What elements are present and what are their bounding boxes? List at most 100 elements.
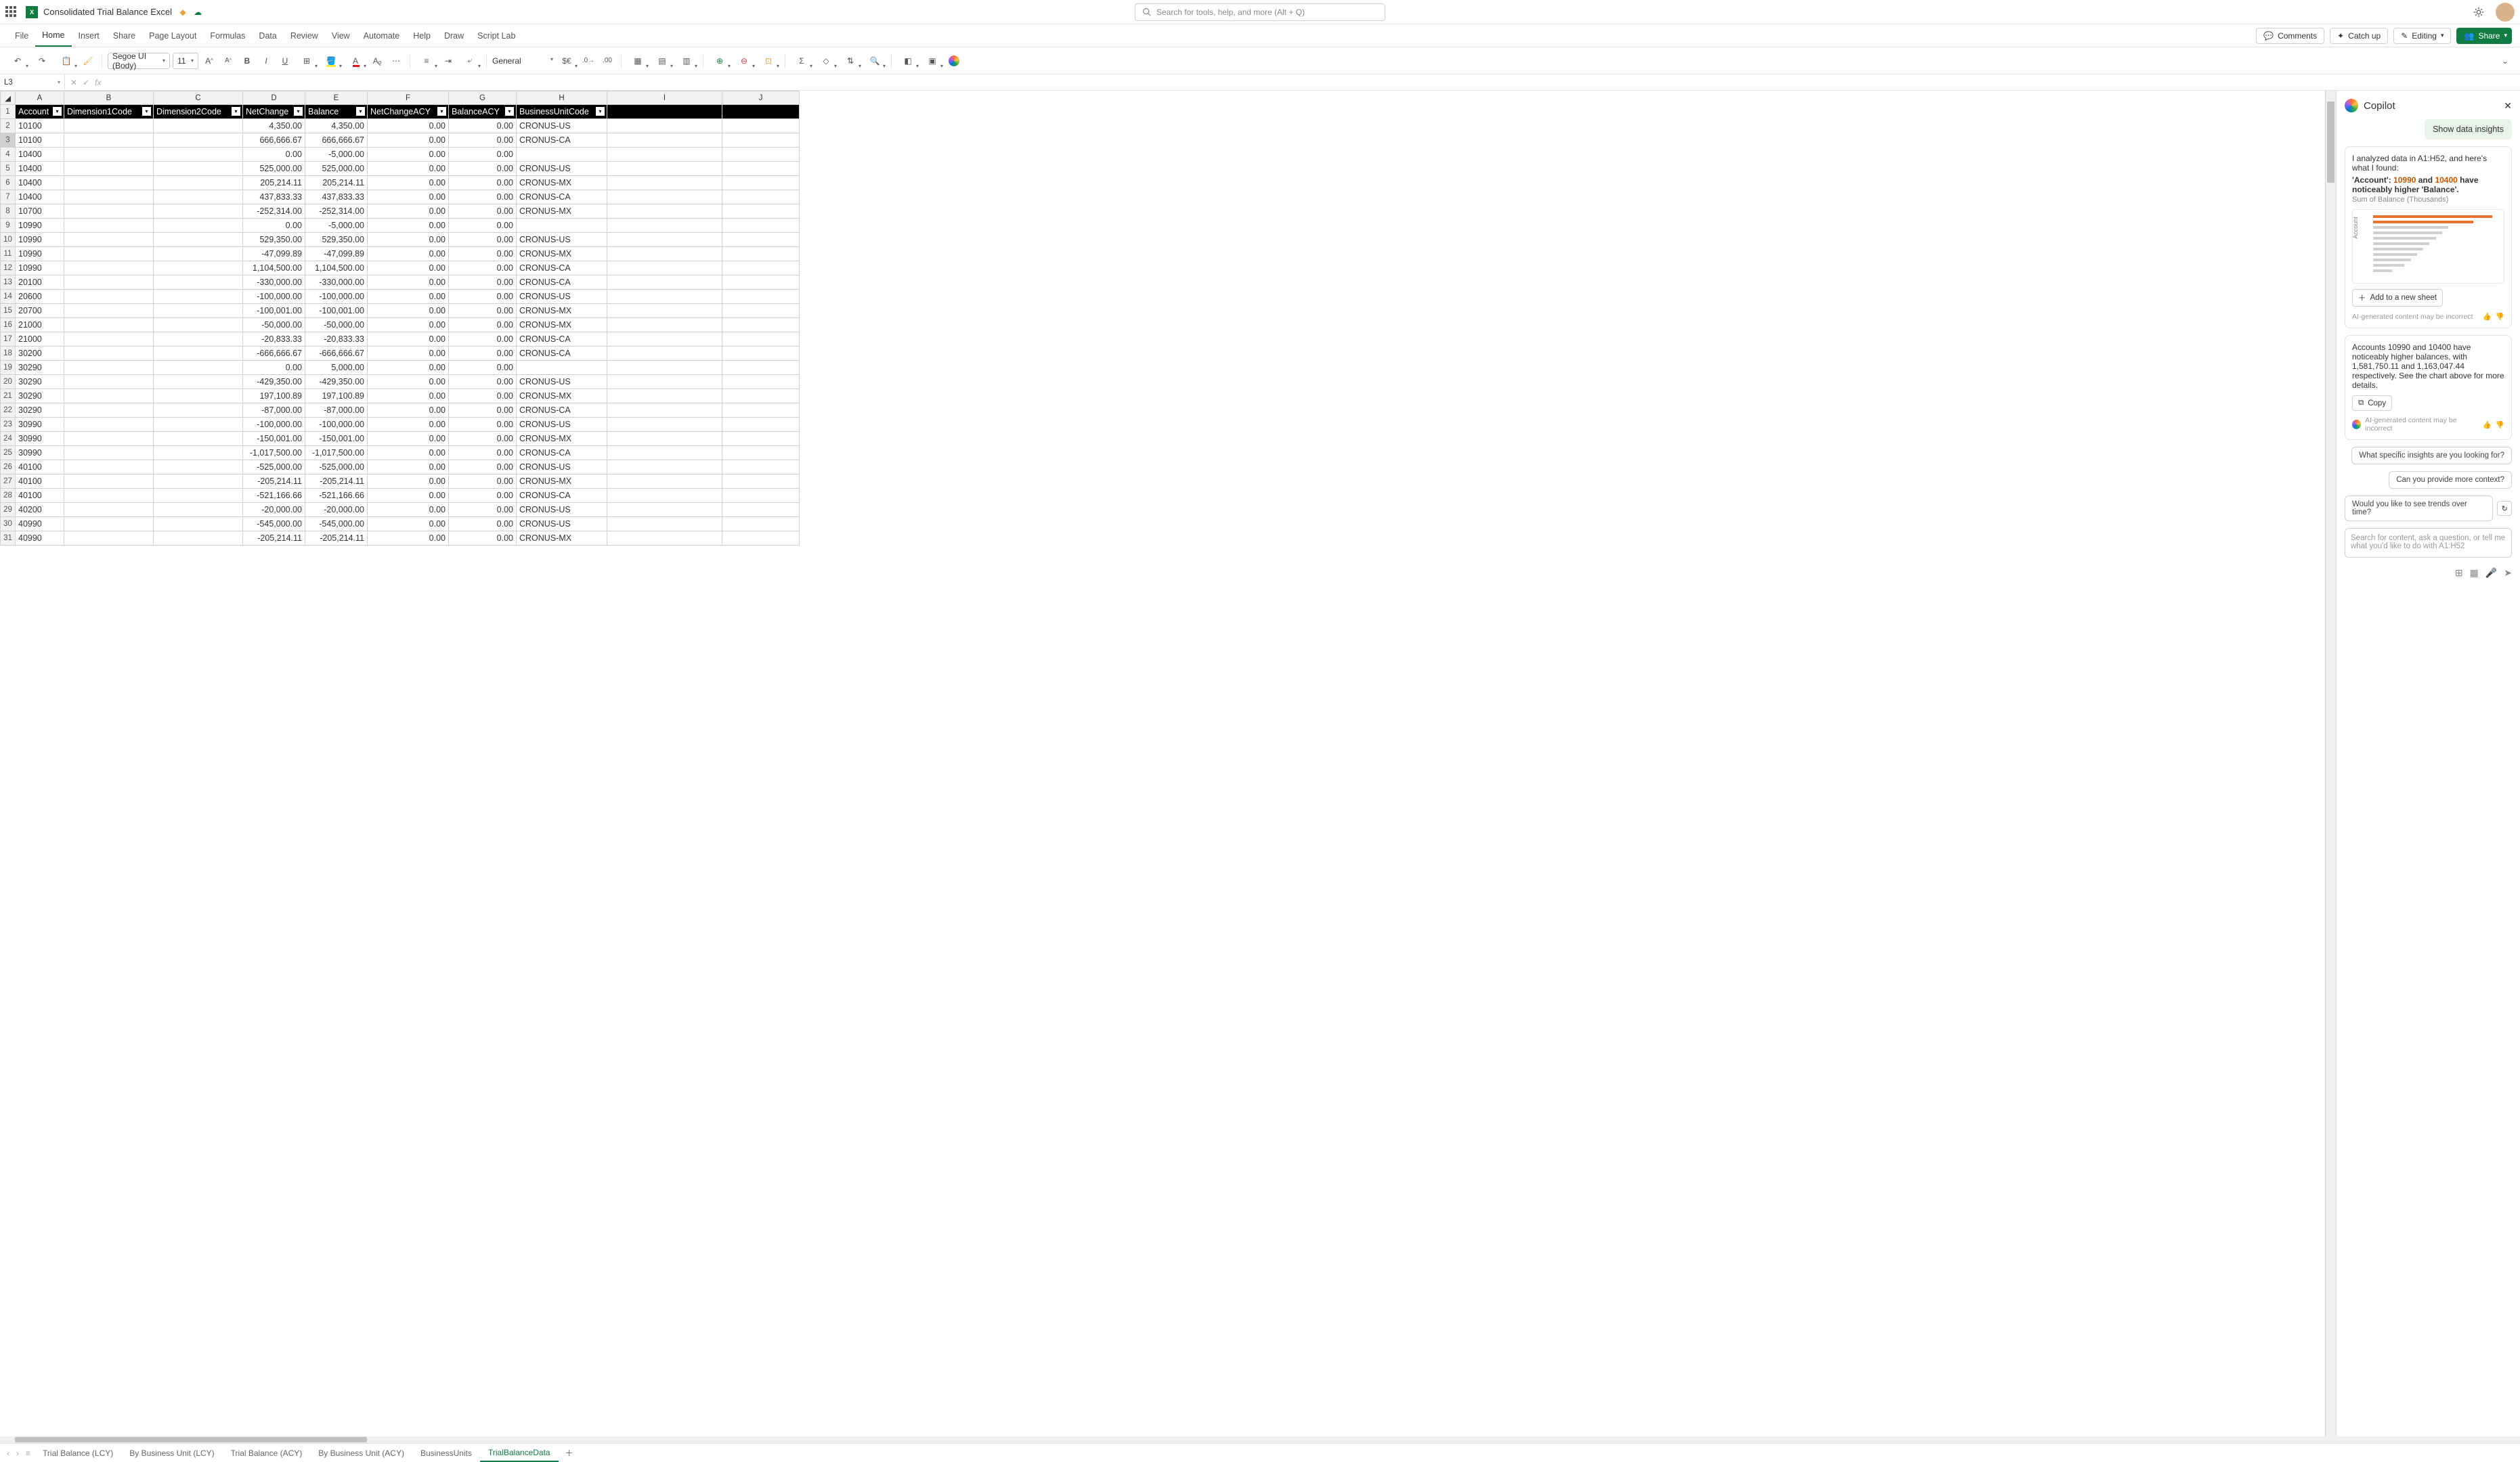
cell[interactable] bbox=[722, 219, 800, 233]
table-header-cell[interactable]: NetChangeACY▾ bbox=[368, 105, 449, 119]
cell[interactable]: 4,350.00 bbox=[243, 119, 305, 133]
cell[interactable]: -205,214.11 bbox=[243, 474, 305, 489]
cell[interactable] bbox=[154, 375, 243, 389]
document-title[interactable]: Consolidated Trial Balance Excel bbox=[43, 7, 172, 17]
cell[interactable]: CRONUS-CA bbox=[517, 332, 607, 347]
cell[interactable]: 40100 bbox=[16, 474, 64, 489]
table-header-cell[interactable]: BalanceACY▾ bbox=[449, 105, 517, 119]
cell[interactable] bbox=[154, 162, 243, 176]
cell[interactable]: CRONUS-CA bbox=[517, 133, 607, 148]
cell[interactable] bbox=[722, 418, 800, 432]
cell[interactable] bbox=[154, 432, 243, 446]
font-selector[interactable]: Segoe UI (Body)▾ bbox=[108, 53, 170, 69]
cell[interactable] bbox=[607, 133, 722, 148]
cell[interactable] bbox=[154, 517, 243, 531]
borders-button[interactable]: ⊞▾ bbox=[296, 53, 318, 69]
cell[interactable] bbox=[722, 190, 800, 204]
cell[interactable]: -1,017,500.00 bbox=[305, 446, 368, 460]
cell[interactable]: -330,000.00 bbox=[305, 275, 368, 290]
cell[interactable]: -429,350.00 bbox=[243, 375, 305, 389]
cell[interactable]: -87,000.00 bbox=[305, 403, 368, 418]
cell[interactable] bbox=[64, 133, 154, 148]
cell[interactable] bbox=[607, 375, 722, 389]
cell[interactable]: CRONUS-US bbox=[517, 375, 607, 389]
more-font-button[interactable]: ⋯ bbox=[388, 53, 404, 69]
cell[interactable]: -205,214.11 bbox=[305, 474, 368, 489]
row-header[interactable]: 27 bbox=[1, 474, 16, 489]
cell[interactable] bbox=[722, 489, 800, 503]
format-painter-button[interactable]: 🖌 bbox=[80, 53, 96, 69]
cell[interactable]: 0.00 bbox=[368, 219, 449, 233]
cell[interactable] bbox=[607, 503, 722, 517]
cell[interactable]: -47,099.89 bbox=[305, 247, 368, 261]
cell[interactable] bbox=[607, 261, 722, 275]
ribbon-tab-view[interactable]: View bbox=[325, 24, 357, 47]
cell[interactable]: 0.00 bbox=[368, 517, 449, 531]
cell[interactable] bbox=[154, 261, 243, 275]
cell[interactable]: 525,000.00 bbox=[305, 162, 368, 176]
bold-button[interactable]: B bbox=[239, 53, 255, 69]
cell[interactable]: 0.00 bbox=[449, 517, 517, 531]
row-header[interactable]: 5 bbox=[1, 162, 16, 176]
cell[interactable] bbox=[154, 460, 243, 474]
cell[interactable] bbox=[722, 233, 800, 247]
cell[interactable]: CRONUS-US bbox=[517, 460, 607, 474]
cell[interactable] bbox=[607, 517, 722, 531]
increase-decimal-button[interactable]: .0→ bbox=[580, 53, 596, 69]
cell[interactable]: 0.00 bbox=[449, 446, 517, 460]
cell[interactable]: -100,001.00 bbox=[305, 304, 368, 318]
editing-mode-button[interactable]: ✎Editing▾ bbox=[2393, 28, 2451, 44]
sheet-all-button[interactable]: ≡ bbox=[23, 1448, 33, 1458]
ribbon-tab-page-layout[interactable]: Page Layout bbox=[142, 24, 203, 47]
cell[interactable]: 0.00 bbox=[449, 489, 517, 503]
cell[interactable] bbox=[64, 332, 154, 347]
fill-color-button[interactable]: 🪣▾ bbox=[320, 53, 342, 69]
cell[interactable]: CRONUS-US bbox=[517, 517, 607, 531]
cell[interactable]: 0.00 bbox=[449, 403, 517, 418]
cell[interactable]: 0.00 bbox=[449, 162, 517, 176]
cell[interactable]: -205,214.11 bbox=[305, 531, 368, 546]
ribbon-tab-formulas[interactable]: Formulas bbox=[203, 24, 252, 47]
col-header-H[interactable]: H bbox=[517, 91, 607, 105]
cell[interactable]: 40100 bbox=[16, 489, 64, 503]
copy-button[interactable]: ⧉Copy bbox=[2352, 395, 2392, 411]
suggestion-3[interactable]: Would you like to see trends over time? bbox=[2345, 495, 2493, 521]
cell[interactable]: 437,833.33 bbox=[305, 190, 368, 204]
insight-chart-thumbnail[interactable]: Account bbox=[2352, 209, 2504, 284]
cell[interactable]: 0.00 bbox=[449, 190, 517, 204]
cell[interactable] bbox=[64, 162, 154, 176]
cell[interactable]: 0.00 bbox=[368, 275, 449, 290]
increase-font-button[interactable]: A^ bbox=[201, 53, 217, 69]
table-header-cell[interactable]: Balance▾ bbox=[305, 105, 368, 119]
spreadsheet-grid[interactable]: ◢ABCDEFGHIJ1Account▾Dimension1Code▾Dimen… bbox=[0, 91, 2325, 1436]
filter-icon[interactable]: ▾ bbox=[505, 107, 514, 116]
cell[interactable]: 0.00 bbox=[449, 290, 517, 304]
cell[interactable]: 0.00 bbox=[449, 261, 517, 275]
cell[interactable]: 0.00 bbox=[368, 233, 449, 247]
analyze-data-button[interactable]: ▣▾ bbox=[921, 53, 943, 69]
decrease-font-button[interactable]: A^ bbox=[220, 53, 236, 69]
cell[interactable]: 0.00 bbox=[449, 176, 517, 190]
filter-icon[interactable]: ▾ bbox=[142, 107, 151, 116]
cell[interactable] bbox=[722, 460, 800, 474]
col-header-E[interactable]: E bbox=[305, 91, 368, 105]
cell[interactable]: 0.00 bbox=[243, 148, 305, 162]
cell[interactable]: -5,000.00 bbox=[305, 219, 368, 233]
cell[interactable] bbox=[154, 233, 243, 247]
table-header-cell[interactable]: Dimension2Code▾ bbox=[154, 105, 243, 119]
cell[interactable] bbox=[64, 460, 154, 474]
cell[interactable]: -100,000.00 bbox=[243, 418, 305, 432]
cell[interactable] bbox=[154, 503, 243, 517]
row-header[interactable]: 21 bbox=[1, 389, 16, 403]
cell[interactable]: 4,350.00 bbox=[305, 119, 368, 133]
cell[interactable]: CRONUS-MX bbox=[517, 204, 607, 219]
cell[interactable]: -330,000.00 bbox=[243, 275, 305, 290]
row-header[interactable]: 25 bbox=[1, 446, 16, 460]
thumbs-down-icon[interactable]: 👎 bbox=[2496, 312, 2504, 321]
cell[interactable] bbox=[607, 489, 722, 503]
cell[interactable]: 40990 bbox=[16, 517, 64, 531]
cell[interactable]: -429,350.00 bbox=[305, 375, 368, 389]
cell[interactable]: 30200 bbox=[16, 347, 64, 361]
row-header[interactable]: 10 bbox=[1, 233, 16, 247]
cell[interactable] bbox=[607, 389, 722, 403]
